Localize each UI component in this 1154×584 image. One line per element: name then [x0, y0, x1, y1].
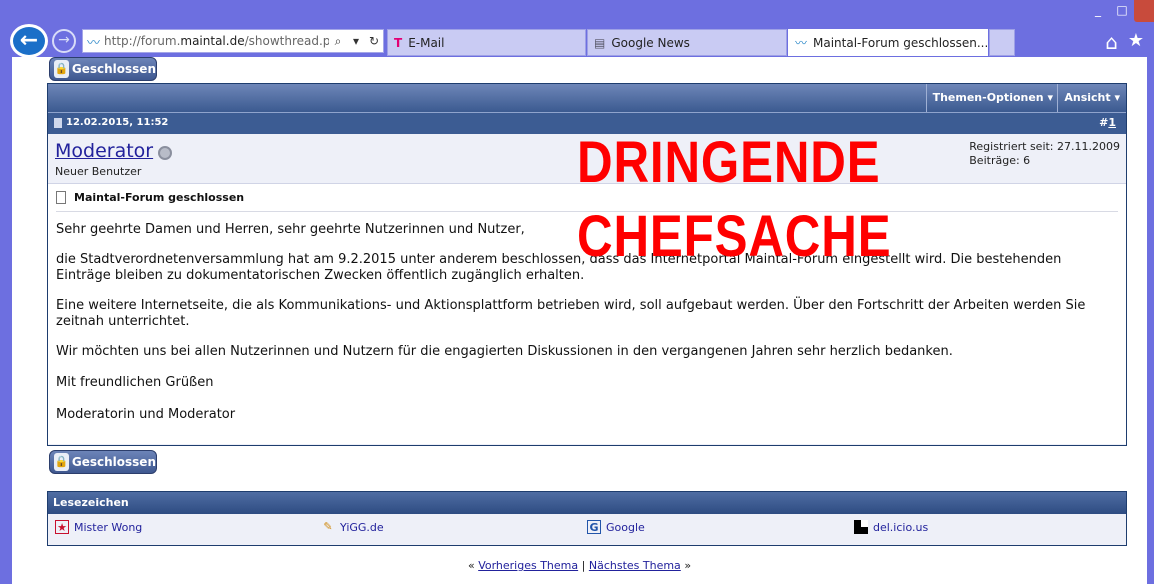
home-icon[interactable]: ⌂ [1105, 30, 1118, 54]
dropdown-chevron-icon[interactable]: ▾ [347, 34, 365, 48]
thread-options-menu[interactable]: Themen-Optionen ▾ [925, 84, 1059, 112]
post-title-text: Maintal-Forum geschlossen [74, 191, 245, 204]
registered-since: Registriert seit: 27.11.2009 [969, 140, 1120, 153]
next-thread-link[interactable]: Nächstes Thema [589, 559, 681, 572]
delicious-icon [854, 520, 868, 534]
refresh-icon[interactable]: ↻ [365, 34, 383, 48]
bookmark-google[interactable]: G Google [587, 520, 645, 534]
close-window-button[interactable] [1134, 0, 1154, 22]
closed-thread-button-top[interactable]: 🔒 Geschlossen [49, 57, 157, 81]
telekom-icon: T [394, 35, 403, 50]
new-tab-button[interactable] [989, 29, 1015, 56]
closed-thread-button-bottom[interactable]: 🔒 Geschlossen [49, 450, 157, 474]
window-controls: _ □ [1086, 0, 1154, 24]
bookmarks-box: Lesezeichen ★ Mister Wong ✎ YiGG.de G Go… [47, 491, 1127, 546]
post-paragraph: Wir möchten uns bei allen Nutzerinnen un… [56, 344, 953, 359]
forward-arrow-icon: → [58, 32, 70, 48]
author-name-link[interactable]: Moderator [55, 140, 153, 162]
post-paragraph: Moderatorin und Moderator [56, 407, 236, 422]
next-arrow-icon: » [684, 559, 692, 572]
bookmark-mister-wong[interactable]: ★ Mister Wong [55, 520, 142, 534]
yigg-icon: ✎ [323, 520, 333, 533]
post-count: Beiträge: 6 [969, 154, 1031, 167]
tab-label: Maintal-Forum geschlossen... [813, 35, 988, 50]
post-icon [54, 118, 62, 128]
site-favicon-icon: 〰 [795, 36, 808, 50]
view-menu[interactable]: Ansicht ▾ [1057, 84, 1126, 112]
bookmark-label: Mister Wong [74, 520, 143, 534]
prev-arrow-icon: « [467, 559, 475, 572]
online-status-icon [158, 146, 172, 160]
forward-button[interactable]: → [52, 29, 76, 53]
lock-icon: 🔒 [54, 60, 69, 78]
mister-wong-icon: ★ [55, 520, 69, 534]
back-button[interactable]: ← [10, 24, 48, 58]
forum-page: 🔒 Geschlossen Themen-Optionen ▾ Ansicht … [12, 57, 1147, 584]
google-icon: G [587, 520, 601, 534]
tab-email[interactable]: T E-Mail [387, 29, 586, 56]
url-host: maintal.de [180, 34, 245, 48]
minimize-button[interactable]: _ [1086, 0, 1110, 22]
nav-separator: | [581, 559, 586, 572]
lock-icon: 🔒 [54, 453, 69, 471]
post-number-link[interactable]: 1 [1108, 116, 1116, 129]
favorites-star-icon[interactable]: ★ [1128, 30, 1144, 51]
author-info: Registriert seit: 27.11.2009 Beiträge: 6 [969, 140, 1120, 168]
post-number-prefix: # [1099, 116, 1109, 129]
previous-thread-link[interactable]: Vorheriges Thema [478, 559, 578, 572]
browser-chrome: _ □ ← → 〰 http://forum.maintal.de/showth… [0, 0, 1154, 58]
tab-maintal-forum[interactable]: 〰 Maintal-Forum geschlossen... ✕ [788, 29, 988, 56]
bookmark-delicious[interactable]: del.icio.us [854, 520, 928, 534]
closed-label: Geschlossen [71, 62, 156, 76]
address-bar[interactable]: 〰 http://forum.maintal.de/showthread.php… [82, 29, 384, 53]
document-icon [56, 191, 66, 204]
thread-navigation: « Vorheriges Thema | Nächstes Thema » [12, 559, 1147, 572]
maximize-button[interactable]: □ [1110, 0, 1134, 22]
post-paragraph: Mit freundlichen Grüßen [56, 375, 214, 390]
overlay-text-line-2: CHEFSACHE [577, 204, 892, 269]
author-role: Neuer Benutzer [55, 165, 142, 178]
site-favicon-icon: 〰 [87, 35, 101, 51]
url-prefix: http://forum. [104, 34, 181, 48]
news-icon: ▤ [594, 35, 606, 50]
address-url[interactable]: http://forum.maintal.de/showthread.php? [104, 34, 329, 48]
bookmark-label: YiGG.de [340, 520, 384, 534]
post-number[interactable]: #1 [1099, 116, 1116, 129]
tab-label: E-Mail [408, 35, 445, 50]
tab-google-news[interactable]: ▤ Google News [587, 29, 787, 56]
back-arrow-icon: ← [19, 28, 39, 53]
bookmark-label: del.icio.us [873, 520, 929, 534]
tab-label: Google News [611, 35, 690, 50]
bookmark-yigg[interactable]: ✎ YiGG.de [321, 520, 384, 534]
closed-label: Geschlossen [71, 455, 156, 469]
thread-tools-bar: Themen-Optionen ▾ Ansicht ▾ [48, 84, 1126, 112]
post-paragraph: Eine weitere Internetseite, die als Komm… [56, 298, 1086, 329]
bookmarks-heading: Lesezeichen [48, 492, 1126, 514]
overlay-text-line-1: DRINGENDE [577, 130, 881, 195]
post-date: 12.02.2015, 11:52 [66, 117, 169, 128]
search-icon[interactable]: ⌕ [329, 34, 347, 49]
url-suffix: /showthread.php? [244, 34, 329, 48]
bookmark-label: Google [606, 520, 645, 534]
